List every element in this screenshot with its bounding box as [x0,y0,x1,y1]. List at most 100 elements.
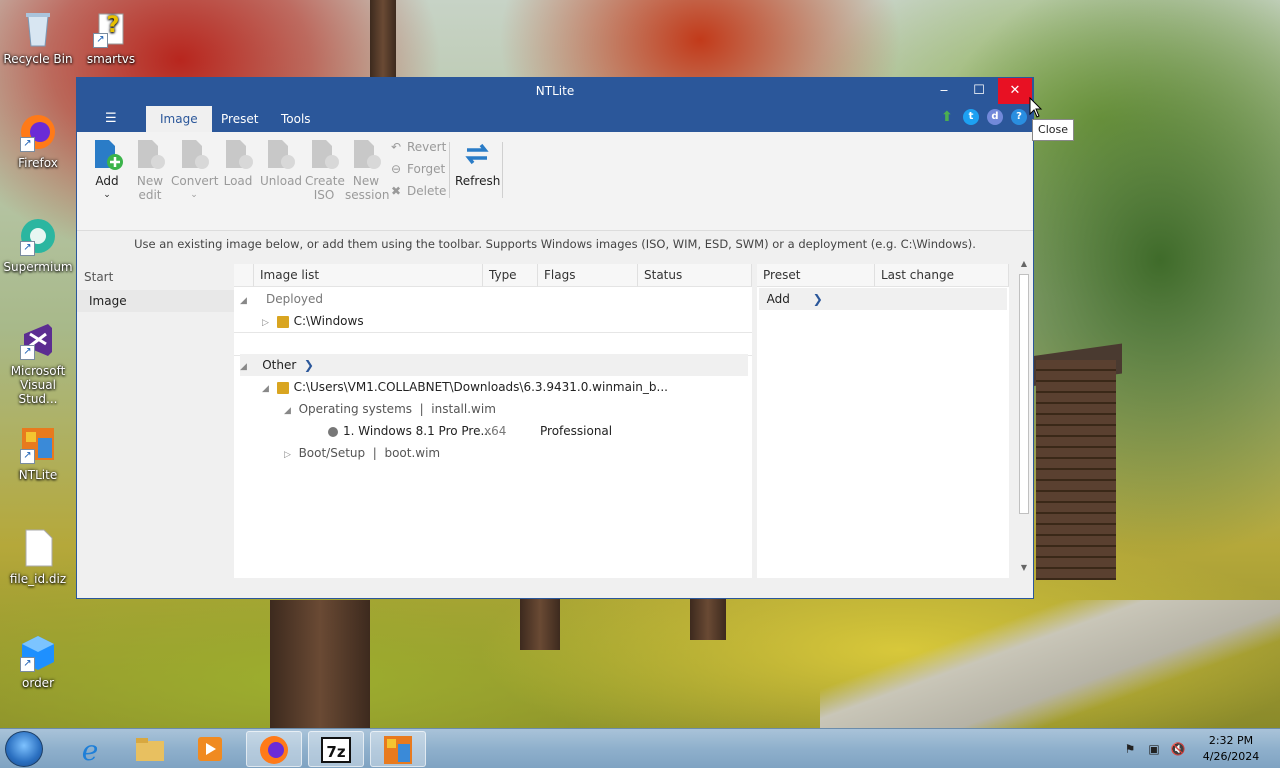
column-header-image-list[interactable]: Image list [254,264,483,287]
preset-add-row[interactable]: Add ❯ [759,288,1007,310]
list-item-edition[interactable]: 1. Windows 8.1 Pro Pre... x64 Profession… [234,420,752,442]
svg-text:7z: 7z [326,743,345,761]
desktop-icon-ntlite[interactable]: ↗ NTLite [0,424,76,482]
close-button[interactable]: ✕ [998,78,1032,104]
hamburger-menu-icon[interactable]: ☰ [105,111,117,126]
desktop-icon-visual-studio[interactable]: ↗ Microsoft Visual Stud... [0,320,76,406]
minimize-button[interactable]: ‒ [927,78,961,104]
new-session-icon [350,138,382,170]
collapse-arrow-icon: ◢ [240,362,247,372]
close-tooltip: Close [1032,119,1074,141]
taskbar-file-explorer[interactable] [122,731,178,767]
chevron-down-icon: ⌄ [190,190,198,200]
twitter-icon[interactable]: t [963,109,979,125]
scroll-thumb[interactable] [1019,274,1029,514]
discord-icon[interactable]: d [987,109,1003,125]
tree-node-boot-setup[interactable]: ▷ Boot/Setup | boot.wim [284,442,750,464]
ribbon-separator [502,142,503,198]
empty-row [234,332,752,356]
tree-trunk [270,600,370,728]
start-button[interactable] [5,731,43,767]
list-item-windows[interactable]: ▷ C:\Windows [262,310,750,332]
supermium-icon: ↗ [18,216,58,256]
new-edit-button[interactable]: New edit [131,138,169,202]
expand-arrow-icon: ▷ [262,318,269,328]
add-button[interactable]: Add ⌄ [89,138,125,202]
internet-explorer-icon: e [82,734,99,767]
load-icon [222,138,254,170]
desktop-icon-smartvs[interactable]: ? ↗ smartvs [73,8,149,66]
desktop-icon-order[interactable]: ↗ order [0,632,76,690]
desktop-icon-label: order [22,676,54,690]
taskbar-7zip[interactable]: 7z [308,731,364,767]
tab-image[interactable]: Image [146,106,212,132]
group-deployed[interactable]: ◢ Deployed [240,288,750,310]
ntlite-icon [384,736,412,764]
load-button[interactable]: Load [221,138,255,188]
column-header-last-change[interactable]: Last change [875,264,1009,287]
ribbon-separator [449,142,450,198]
taskbar-firefox[interactable] [246,731,302,767]
maximize-button[interactable]: ☐ [962,78,996,104]
desktop-icon-label: Recycle Bin [3,52,73,66]
system-clock[interactable]: 2:32 PM 4/26/2024 [1196,733,1266,765]
new-session-button[interactable]: New session [345,138,389,202]
nav-header-start: Start [84,270,114,284]
column-header-status[interactable]: Status [638,264,752,287]
add-image-icon [91,138,123,170]
new-edit-icon [134,138,166,170]
refresh-icon [461,138,493,170]
tab-tools[interactable]: Tools [267,106,325,132]
desktop-icon-supermium[interactable]: ↗ Supermium [0,216,76,274]
document-question-icon: ? ↗ [91,8,131,48]
clock-time: 2:32 PM [1208,734,1254,747]
collapse-arrow-icon: ◢ [240,296,247,306]
clock-date: 4/26/2024 [1202,750,1260,763]
column-header-preset[interactable]: Preset [757,264,875,287]
volume-muted-icon[interactable]: 🔇 [1170,741,1186,757]
cabin [1036,360,1116,580]
help-icon[interactable]: ? [1011,109,1027,125]
unload-button[interactable]: Unload [260,138,302,188]
desktop-icon-firefox[interactable]: ↗ Firefox [0,112,76,170]
network-icon[interactable]: ▣ [1146,741,1162,757]
refresh-button[interactable]: Refresh [455,138,500,188]
chevron-down-icon: ⌄ [103,190,111,200]
cube-icon: ↗ [18,632,58,672]
desktop-icon-label: smartvs [86,52,136,66]
ntlite-icon: ↗ [18,424,58,464]
group-other[interactable]: ◢ Other ❯ [240,354,748,376]
forget-button[interactable]: ⊖ Forget [389,162,445,176]
column-header-spacer [234,264,254,287]
scroll-up-icon[interactable]: ▲ [1016,256,1032,272]
update-arrow-icon[interactable]: ⬆ [939,109,955,125]
desktop-icon-label: Supermium [3,260,73,274]
column-header-flags[interactable]: Flags [538,264,638,287]
visual-studio-icon: ↗ [18,320,58,360]
nav-item-image[interactable]: Image [77,290,234,312]
desktop-icon-recycle-bin[interactable]: Recycle Bin [0,8,76,66]
list-item-source-path[interactable]: ◢ C:\Users\VM1.COLLABNET\Downloads\6.3.9… [262,376,750,398]
taskbar-internet-explorer[interactable]: e [62,731,118,767]
revert-button[interactable]: ↶ Revert [389,140,446,154]
chevron-right-icon: ❯ [812,292,823,306]
firefox-icon [260,736,288,764]
delete-button[interactable]: ✖ Delete [389,184,446,198]
vertical-scrollbar[interactable]: ▲ ▼ [1016,256,1032,576]
file-icon [18,528,58,568]
scroll-down-icon[interactable]: ▼ [1016,560,1032,576]
column-header-type[interactable]: Type [483,264,538,287]
title-bar: NTLite ‒ ☐ ✕ ☰ Image Preset Tools ⬆ t d … [77,78,1033,132]
minus-circle-icon: ⊖ [390,162,402,176]
tab-preset[interactable]: Preset [207,106,272,132]
taskbar-media-player[interactable] [182,731,238,767]
taskbar-ntlite[interactable] [370,731,426,767]
create-iso-button[interactable]: Create ISO [305,138,345,202]
folder-icon [276,315,289,328]
convert-button[interactable]: Convert ⌄ [171,138,218,202]
desktop-icon-file-id[interactable]: file_id.diz [0,528,76,586]
action-center-flag-icon[interactable]: ⚑ [1122,741,1138,757]
desktop-icon-label: Firefox [18,156,58,170]
window-title: NTLite [535,84,575,98]
tree-node-operating-systems[interactable]: ◢ Operating systems | install.wim [284,398,750,420]
